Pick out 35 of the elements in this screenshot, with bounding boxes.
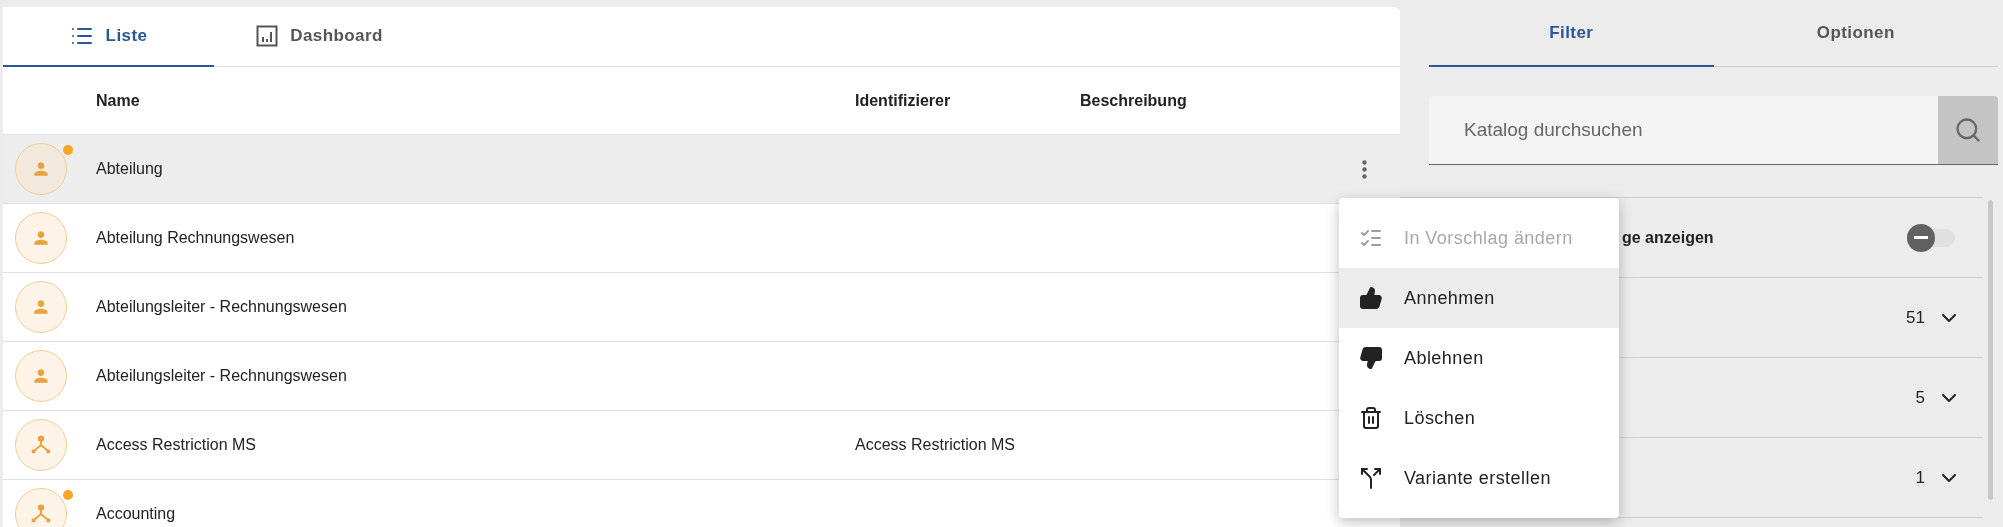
identifier-cell-text: Access Restriction MS bbox=[855, 435, 1016, 455]
search-icon bbox=[1954, 116, 1982, 144]
filter-count: 5 bbox=[1915, 386, 1925, 409]
column-header: Name bbox=[96, 90, 141, 111]
thumbs-down-icon bbox=[1359, 346, 1383, 370]
column-header: Identifizierer bbox=[855, 90, 952, 111]
chart-icon bbox=[256, 25, 279, 47]
name-cell-text: Abteilung Rechnungswesen bbox=[96, 228, 296, 248]
filter-count: 1 bbox=[1915, 466, 1925, 489]
filter-label: ge anzeigen bbox=[1622, 227, 1714, 248]
name-cell-text: Accounting bbox=[96, 504, 177, 524]
view-tab[interactable]: Liste bbox=[3, 7, 214, 67]
more-vertical-icon bbox=[1361, 159, 1367, 179]
menu-item[interactable]: Variante erstellen bbox=[1339, 448, 1619, 508]
hierarchy-icon bbox=[30, 503, 52, 525]
column-header: Beschreibung bbox=[1080, 90, 1187, 111]
view-tab[interactable]: Dashboard bbox=[214, 7, 425, 67]
search-field[interactable]: Katalog durchsuchen bbox=[1429, 96, 1938, 165]
name-cell-text: Access Restriction MS bbox=[96, 435, 258, 455]
filter-tab[interactable]: Filter bbox=[1429, 0, 1714, 67]
filter-count: 51 bbox=[1906, 306, 1925, 329]
hierarchy-icon bbox=[30, 434, 52, 456]
name-cell-text: Abteilungsleiter - Rechnungswesen bbox=[96, 366, 348, 386]
filter-tab[interactable]: Optionen bbox=[1713, 0, 1998, 67]
name-cell-text: Abteilungsleiter - Rechnungswesen bbox=[96, 297, 348, 317]
search-button[interactable] bbox=[1938, 96, 1998, 165]
name-cell-text: Abteilung bbox=[96, 159, 164, 179]
split-arrow-icon bbox=[1359, 466, 1383, 490]
menu-item[interactable]: Löschen bbox=[1339, 388, 1619, 448]
table-row[interactable]: Abteilung bbox=[3, 135, 1400, 204]
menu-item[interactable]: Annehmen bbox=[1339, 268, 1619, 328]
menu-item[interactable]: Ablehnen bbox=[1339, 328, 1619, 388]
thumbs-up-icon bbox=[1359, 286, 1383, 310]
minus-icon bbox=[1914, 236, 1928, 239]
trash-icon bbox=[1359, 406, 1383, 430]
